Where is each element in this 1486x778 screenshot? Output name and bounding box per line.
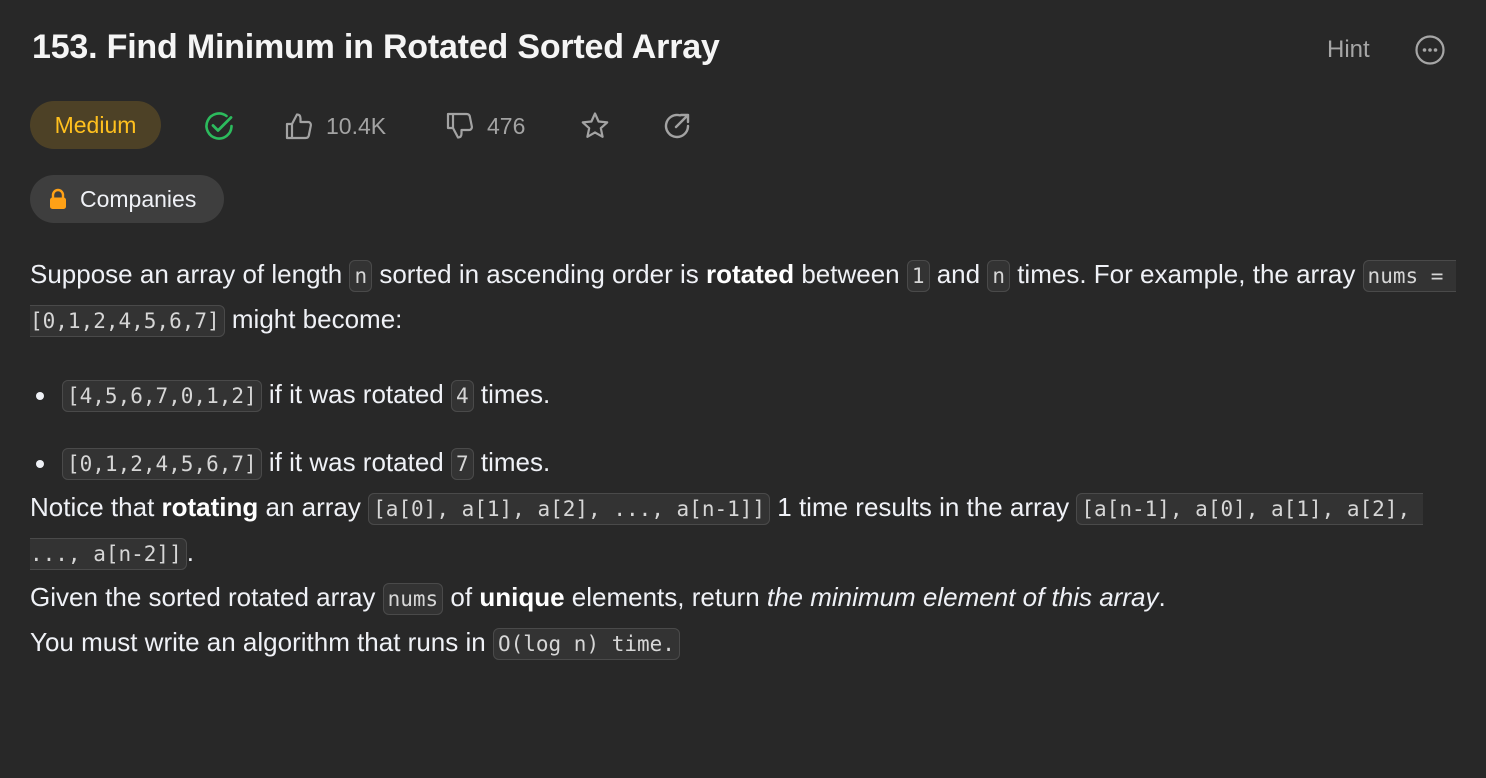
more-options-button[interactable] [1414,34,1446,66]
share-icon [664,113,690,139]
bold-text: unique [479,582,565,612]
description-paragraph: You must write an algorithm that runs in… [30,621,1450,666]
share-button[interactable] [661,109,693,143]
list-item: [0,1,2,4,5,6,7] if it was rotated 7 time… [30,441,1450,486]
text: Notice that [30,492,162,522]
inline-code: [0,1,2,4,5,6,7] [62,448,262,480]
text: You must write an algorithm that runs in [30,627,493,657]
text: times. [473,447,551,477]
inline-code: nums [382,583,444,615]
favorite-button[interactable] [579,109,611,143]
inline-code: O(log n) time. [492,628,680,660]
inline-code: 7 [450,448,474,480]
difficulty-badge: Medium [30,101,161,149]
inline-code: 4 [450,380,474,412]
description-paragraph: Notice that rotating an array [a[0], a[1… [30,486,1450,576]
problem-description: Suppose an array of length n sorted in a… [30,253,1457,666]
text: Given the sorted rotated array [30,582,383,612]
text: . [186,537,194,567]
dislike-count: 476 [487,112,526,139]
text: of [443,582,480,612]
more-horizontal-icon [1415,35,1445,65]
text: might become: [224,304,403,334]
companies-button[interactable]: Companies [30,175,224,223]
text: between [794,259,907,289]
italic-text: the minimum element of this array [766,582,1159,612]
text: if it was rotated [261,379,451,409]
description-paragraph: Suppose an array of length n sorted in a… [30,253,1457,343]
list-item: [4,5,6,7,0,1,2] if it was rotated 4 time… [30,373,1450,418]
dislike-button[interactable]: 476 [445,109,525,143]
bold-text: rotated [705,259,795,289]
inline-code: [4,5,6,7,0,1,2] [62,380,262,412]
bold-text: rotating [161,492,259,522]
problem-title: 153. Find Minimum in Rotated Sorted Arra… [32,28,720,66]
hint-button[interactable]: Hint [1327,36,1370,64]
inline-code: 1 [906,260,930,292]
text: Suppose an array of length [30,259,350,289]
like-button[interactable]: 10.4K [284,109,386,143]
problem-meta-row: Medium 10.4K 476 [30,101,790,151]
text: an array [258,492,369,522]
description-paragraph: Given the sorted rotated array nums of u… [30,576,1450,621]
lock-icon [50,188,66,209]
thumbs-up-icon [285,113,312,140]
text: if it was rotated [261,447,451,477]
text: times. For example, the array [1009,259,1363,289]
text: and [929,259,988,289]
thumbs-down-icon [446,112,473,139]
rotation-examples-list: [4,5,6,7,0,1,2] if it was rotated 4 time… [30,373,1450,486]
text: 1 time results in the array [770,492,1077,522]
inline-code: n [987,260,1010,292]
inline-code: [a[0], a[1], a[2], ..., a[n-1]] [368,493,771,525]
star-icon [581,112,609,138]
solved-status [202,109,236,143]
text: sorted in ascending order is [372,259,706,289]
companies-label: Companies [80,185,197,212]
text: elements, return [564,582,767,612]
like-count: 10.4K [326,112,387,139]
check-circle-icon [205,112,233,140]
inline-code: n [349,260,373,292]
text: times. [473,379,551,409]
text: . [1158,582,1166,612]
